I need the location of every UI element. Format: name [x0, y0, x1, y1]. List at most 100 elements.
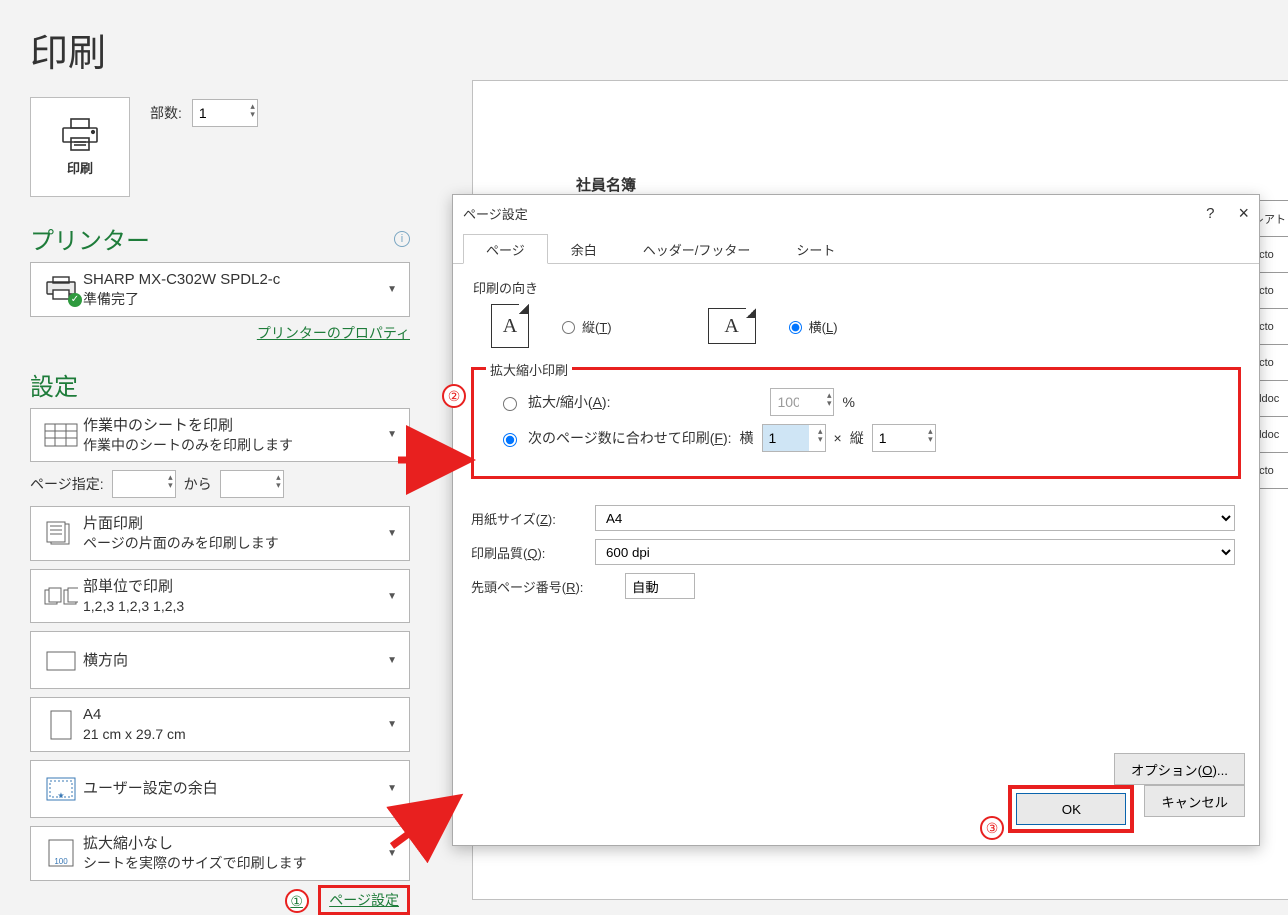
print-button-label: 印刷 — [67, 158, 93, 177]
copies-stepper[interactable]: ▴▾ — [192, 99, 258, 127]
spin-arrows-icon[interactable]: ▴▾ — [250, 102, 255, 118]
margins-icon: ★ — [46, 777, 76, 801]
page-from-input[interactable] — [113, 471, 175, 497]
chevron-down-icon: ▼ — [383, 429, 401, 440]
scaling-icon: 100 — [47, 838, 75, 868]
print-area-title: 作業中のシートを印刷 — [83, 415, 383, 436]
duplex-sub: ページの片面のみを印刷します — [83, 534, 383, 554]
page-from-stepper[interactable]: ▴▾ — [112, 470, 176, 498]
status-ok-icon: ✓ — [68, 293, 82, 307]
orientation-landscape-icon: A — [708, 308, 756, 344]
collate-title: 部単位で印刷 — [83, 576, 383, 597]
orientation-select[interactable]: 横方向 ▼ — [30, 631, 410, 689]
settings-section-title: 設定 — [30, 367, 78, 402]
printer-section-title: プリンター — [30, 221, 150, 256]
print-button[interactable]: 印刷 — [30, 97, 130, 197]
printer-select[interactable]: ✓ SHARP MX-C302W SPDL2-c 準備完了 ▼ — [30, 262, 410, 317]
chevron-down-icon: ▼ — [383, 719, 401, 730]
chevron-down-icon: ▼ — [383, 528, 401, 539]
collate-select[interactable]: 部単位で印刷 1,2,3 1,2,3 1,2,3 ▼ — [30, 569, 410, 624]
annotation-3: ③ — [980, 816, 1004, 840]
collate-icon — [44, 586, 78, 606]
scale-fit-radio[interactable] — [503, 433, 517, 447]
tab-header-footer[interactable]: ヘッダー/フッター — [620, 234, 774, 264]
print-quality-select[interactable]: 600 dpi — [595, 539, 1235, 565]
scaling-group-label: 拡大縮小印刷 — [486, 360, 572, 379]
sheet-grid-icon — [44, 423, 78, 447]
tab-sheet[interactable]: シート — [773, 234, 858, 264]
spin-arrows-icon[interactable]: ▴▾ — [928, 427, 933, 443]
fit-w-label: 横 — [740, 428, 754, 448]
spin-arrows-icon[interactable]: ▴▾ — [818, 427, 823, 443]
page-setup-link[interactable]: ページ設定 — [329, 892, 399, 908]
first-page-label: 先頭ページ番号(R): — [471, 577, 611, 596]
paper-size-label: 用紙サイズ(Z): — [471, 509, 581, 528]
print-area-select[interactable]: 作業中のシートを印刷 作業中のシートのみを印刷します ▼ — [30, 408, 410, 463]
margins-select[interactable]: ★ ユーザー設定の余白 ▼ — [30, 760, 410, 818]
annotation-2: ② — [442, 384, 466, 408]
margins-title: ユーザー設定の余白 — [83, 778, 383, 799]
paper-select[interactable]: A4 21 cm x 29.7 cm ▼ — [30, 697, 410, 752]
spin-arrows-icon[interactable]: ▴▾ — [827, 391, 832, 407]
preview-doc-title: 社員名簿 — [576, 174, 636, 195]
page-to-input[interactable] — [221, 471, 283, 497]
scale-fit-label: 次のページ数に合わせて印刷(F): — [528, 428, 732, 448]
scale-adjust-stepper[interactable]: ▴▾ — [770, 388, 834, 416]
arrow-to-scaling — [398, 440, 478, 483]
scaling-sub: シートを実際のサイズで印刷します — [83, 854, 383, 874]
orientation-portrait-radio[interactable]: 縦(T) — [557, 317, 612, 336]
scale-adjust-input[interactable] — [771, 389, 817, 415]
orientation-group-label: 印刷の向き — [473, 278, 1241, 297]
printer-icon — [60, 118, 100, 152]
orientation-landscape-radio[interactable]: 横(L) — [784, 317, 838, 336]
ok-button[interactable]: OK — [1016, 793, 1126, 825]
duplex-select[interactable]: 片面印刷 ページの片面のみを印刷します ▼ — [30, 506, 410, 561]
fit-height-stepper[interactable]: ▴▾ — [872, 424, 936, 452]
chevron-down-icon: ▼ — [383, 783, 401, 794]
scale-adjust-unit: % — [842, 394, 854, 410]
duplex-title: 片面印刷 — [83, 513, 383, 534]
fit-h-label: 縦 — [850, 428, 864, 448]
page-to-label: から — [184, 474, 212, 494]
orientation-icon — [44, 648, 78, 672]
collate-sub: 1,2,3 1,2,3 1,2,3 — [83, 597, 383, 617]
print-area-sub: 作業中のシートのみを印刷します — [83, 436, 383, 456]
page-to-stepper[interactable]: ▴▾ — [220, 470, 284, 498]
annotation-1: ① — [285, 889, 309, 913]
arrow-to-pagesetup — [392, 796, 472, 859]
info-icon[interactable]: i — [394, 231, 410, 247]
printer-properties-link[interactable]: プリンターのプロパティ — [257, 325, 410, 341]
fit-height-input[interactable] — [873, 425, 919, 451]
print-quality-label: 印刷品質(Q): — [471, 543, 581, 562]
scaling-select[interactable]: 100 拡大縮小なし シートを実際のサイズで印刷します ▼ — [30, 826, 410, 881]
printer-name: SHARP MX-C302W SPDL2-c — [83, 269, 383, 290]
dialog-help-button[interactable]: ? — [1206, 205, 1214, 222]
first-page-input[interactable] — [625, 573, 695, 599]
spin-arrows-icon[interactable]: ▴▾ — [168, 473, 173, 489]
cancel-button[interactable]: キャンセル — [1144, 785, 1245, 817]
ok-highlight: OK — [1008, 785, 1134, 833]
spin-arrows-icon[interactable]: ▴▾ — [276, 473, 281, 489]
paper-icon — [50, 710, 72, 740]
page-range-label: ページ指定: — [30, 474, 104, 494]
fit-width-stepper[interactable]: ▴▾ — [762, 424, 826, 452]
svg-text:100: 100 — [54, 857, 68, 866]
orientation-portrait-icon: A — [491, 304, 529, 348]
scale-adjust-label: 拡大/縮小(A): — [528, 392, 610, 412]
printer-status: 準備完了 — [83, 290, 383, 310]
copies-label: 部数: — [150, 103, 182, 123]
tab-margins[interactable]: 余白 — [548, 234, 620, 264]
orientation-title: 横方向 — [83, 650, 383, 671]
tab-page[interactable]: ページ — [463, 234, 548, 264]
copies-input[interactable] — [193, 100, 257, 126]
page-title: 印刷 — [30, 22, 410, 77]
duplex-icon — [44, 521, 78, 545]
scaling-title: 拡大縮小なし — [83, 833, 383, 854]
paper-title: A4 — [83, 704, 383, 725]
fit-width-input[interactable] — [763, 425, 809, 451]
dialog-close-button[interactable]: × — [1238, 203, 1249, 224]
paper-size-select[interactable]: A4 — [595, 505, 1235, 531]
svg-text:★: ★ — [57, 791, 64, 800]
scale-adjust-radio[interactable] — [503, 397, 517, 411]
chevron-down-icon: ▼ — [383, 655, 401, 666]
